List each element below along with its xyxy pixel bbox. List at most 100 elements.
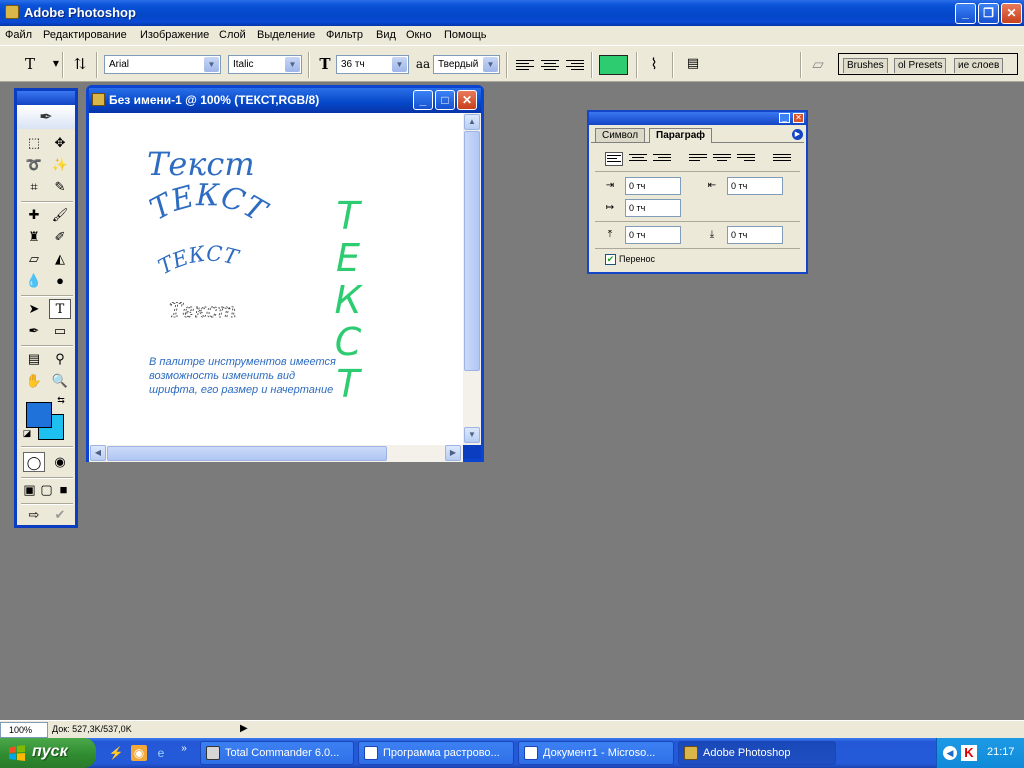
palette-close-button[interactable]: ✕ — [793, 113, 804, 123]
para-align-center-icon[interactable] — [629, 152, 647, 166]
zoom-tool-icon[interactable]: 🔍 — [49, 371, 71, 391]
full-screen-mode-icon[interactable]: ■ — [55, 480, 72, 500]
marquee-tool-icon[interactable]: ⬚ — [23, 133, 45, 153]
toolbox-header[interactable] — [17, 91, 75, 105]
space-before-input[interactable]: 0 тч — [625, 226, 681, 244]
palette-menu-icon[interactable]: ▶ — [792, 129, 803, 140]
menu-file[interactable]: Файл — [5, 29, 32, 41]
antialias-select[interactable]: Твердый ▼ — [433, 55, 500, 74]
foreground-color-swatch[interactable] — [26, 402, 52, 428]
eyedropper-tool-icon[interactable]: ⚲ — [49, 349, 71, 369]
zoom-level-input[interactable]: 100% — [0, 722, 48, 738]
dodge-tool-icon[interactable]: ● — [49, 271, 71, 291]
justify-last-center-icon[interactable] — [713, 152, 731, 166]
move-tool-icon[interactable]: ✥ — [49, 133, 71, 153]
quick-launch-app-icon[interactable]: ◉ — [131, 745, 147, 761]
palette-tab-brushes[interactable]: Brushes — [843, 58, 888, 73]
hyphenate-checkbox[interactable]: ✔ — [605, 254, 616, 265]
menu-filter[interactable]: Фильтр — [326, 29, 363, 41]
task-total-commander[interactable]: Total Commander 6.0... — [200, 741, 354, 765]
document-title-bar[interactable]: Без имени-1 @ 100% (ТЕКСТ,RGB/8) _ □ ✕ — [89, 88, 481, 113]
healing-brush-tool-icon[interactable]: ✚ — [23, 205, 45, 225]
standard-mode-icon[interactable]: ◯ — [23, 452, 45, 472]
font-size-select[interactable]: 36 тч ▼ — [336, 55, 409, 74]
vertical-scroll-thumb[interactable] — [464, 131, 480, 371]
quick-mask-mode-icon[interactable]: ◉ — [49, 452, 71, 472]
minimize-button[interactable]: _ — [955, 3, 976, 24]
doc-minimize-button[interactable]: _ — [413, 90, 433, 110]
menu-edit[interactable]: Редактирование — [43, 29, 127, 41]
paint-bucket-tool-icon[interactable]: ◭ — [49, 249, 71, 269]
full-screen-menu-mode-icon[interactable]: ▢ — [38, 480, 55, 500]
text-orientation-icon[interactable]: ⇅ — [70, 54, 90, 74]
history-brush-tool-icon[interactable]: ✐ — [49, 227, 71, 247]
para-align-left-icon[interactable] — [605, 152, 623, 166]
scroll-up-icon[interactable]: ▲ — [464, 114, 480, 130]
magic-wand-tool-icon[interactable]: ✨ — [49, 155, 71, 175]
horizontal-scrollbar[interactable]: ◀ ▶ — [89, 445, 463, 462]
restore-button[interactable]: ❐ — [978, 3, 999, 24]
character-palette-icon[interactable]: ▤ — [683, 54, 703, 74]
doc-maximize-button[interactable]: □ — [435, 90, 455, 110]
indent-right-input[interactable]: 0 тч — [727, 177, 783, 195]
rectangle-tool-icon[interactable]: ▭ — [49, 321, 71, 341]
eraser-tool-icon[interactable]: ▱ — [23, 249, 45, 269]
font-style-select[interactable]: Italic ▼ — [228, 55, 302, 74]
status-menu-arrow-icon[interactable]: ▶ — [240, 723, 248, 734]
type-tool-preset-icon[interactable]: T — [20, 54, 40, 74]
doc-close-button[interactable]: ✕ — [457, 90, 477, 110]
tab-character[interactable]: Символ — [595, 128, 646, 143]
palette-header[interactable]: _ ✕ — [589, 112, 806, 125]
slice-tool-icon[interactable]: ✎ — [49, 177, 71, 197]
text-color-swatch[interactable] — [599, 55, 628, 75]
file-browser-icon[interactable]: ▱ — [808, 54, 828, 74]
menu-select[interactable]: Выделение — [257, 29, 315, 41]
font-family-select[interactable]: Arial ▼ — [104, 55, 221, 74]
document-canvas[interactable]: Текст ТЕКСТ ТЕКСТ Текст Т Е К С Т В пали… — [89, 113, 463, 445]
tab-paragraph[interactable]: Параграф — [649, 128, 713, 143]
notes-tool-icon[interactable]: ▤ — [23, 349, 45, 369]
brush-tool-icon[interactable]: 🖌 — [49, 205, 71, 225]
menu-help[interactable]: Помощь — [444, 29, 487, 41]
quick-launch-lightning-icon[interactable]: ⚡ — [108, 745, 124, 761]
justify-last-right-icon[interactable] — [737, 152, 755, 166]
type-tool-icon[interactable]: T — [49, 299, 71, 319]
palette-tab-layer-comps[interactable]: ие слоев — [954, 58, 1004, 73]
align-center-icon[interactable] — [541, 58, 559, 72]
scroll-right-icon[interactable]: ▶ — [445, 445, 461, 461]
task-word-program[interactable]: Программа растрово... — [358, 741, 514, 765]
default-colors-icon[interactable]: ◪ — [21, 427, 33, 439]
warp-text-icon[interactable]: ⌇ — [644, 54, 664, 74]
align-left-icon[interactable] — [516, 58, 534, 72]
palette-minimize-button[interactable]: _ — [779, 113, 790, 123]
menu-image[interactable]: Изображение — [140, 29, 209, 41]
scroll-down-icon[interactable]: ▼ — [464, 427, 480, 443]
start-button[interactable]: пуск — [0, 738, 96, 768]
space-after-input[interactable]: 0 тч — [727, 226, 783, 244]
blur-tool-icon[interactable]: 💧 — [23, 271, 45, 291]
palette-tab-tool-presets[interactable]: ol Presets — [894, 58, 947, 73]
internet-explorer-icon[interactable]: e — [153, 745, 169, 761]
close-button[interactable]: ✕ — [1001, 3, 1022, 24]
menu-window[interactable]: Окно — [406, 29, 432, 41]
vertical-scrollbar[interactable]: ▲ ▼ — [463, 113, 481, 445]
scroll-left-icon[interactable]: ◀ — [90, 445, 106, 461]
commit-icon[interactable]: ✔ — [49, 505, 71, 525]
align-right-icon[interactable] — [566, 58, 584, 72]
pen-tool-icon[interactable]: ✒ — [23, 321, 45, 341]
photoshop-feather-icon[interactable]: ✒ — [17, 105, 75, 129]
quick-launch-more-icon[interactable]: » — [176, 741, 192, 757]
justify-last-left-icon[interactable] — [689, 152, 707, 166]
clone-stamp-tool-icon[interactable]: ♜ — [23, 227, 45, 247]
path-selection-tool-icon[interactable]: ➤ — [23, 299, 45, 319]
horizontal-scroll-thumb[interactable] — [107, 446, 387, 461]
swap-colors-icon[interactable]: ⇆ — [55, 394, 67, 406]
standard-screen-mode-icon[interactable]: ▣ — [21, 480, 38, 500]
tray-expand-icon[interactable]: ◀ — [943, 746, 957, 760]
para-align-right-icon[interactable] — [653, 152, 671, 166]
task-adobe-photoshop[interactable]: Adobe Photoshop — [678, 741, 836, 765]
hand-tool-icon[interactable]: ✋ — [23, 371, 45, 391]
indent-left-input[interactable]: 0 тч — [625, 177, 681, 195]
justify-all-icon[interactable] — [773, 152, 791, 166]
task-word-document1[interactable]: Документ1 - Microso... — [518, 741, 674, 765]
